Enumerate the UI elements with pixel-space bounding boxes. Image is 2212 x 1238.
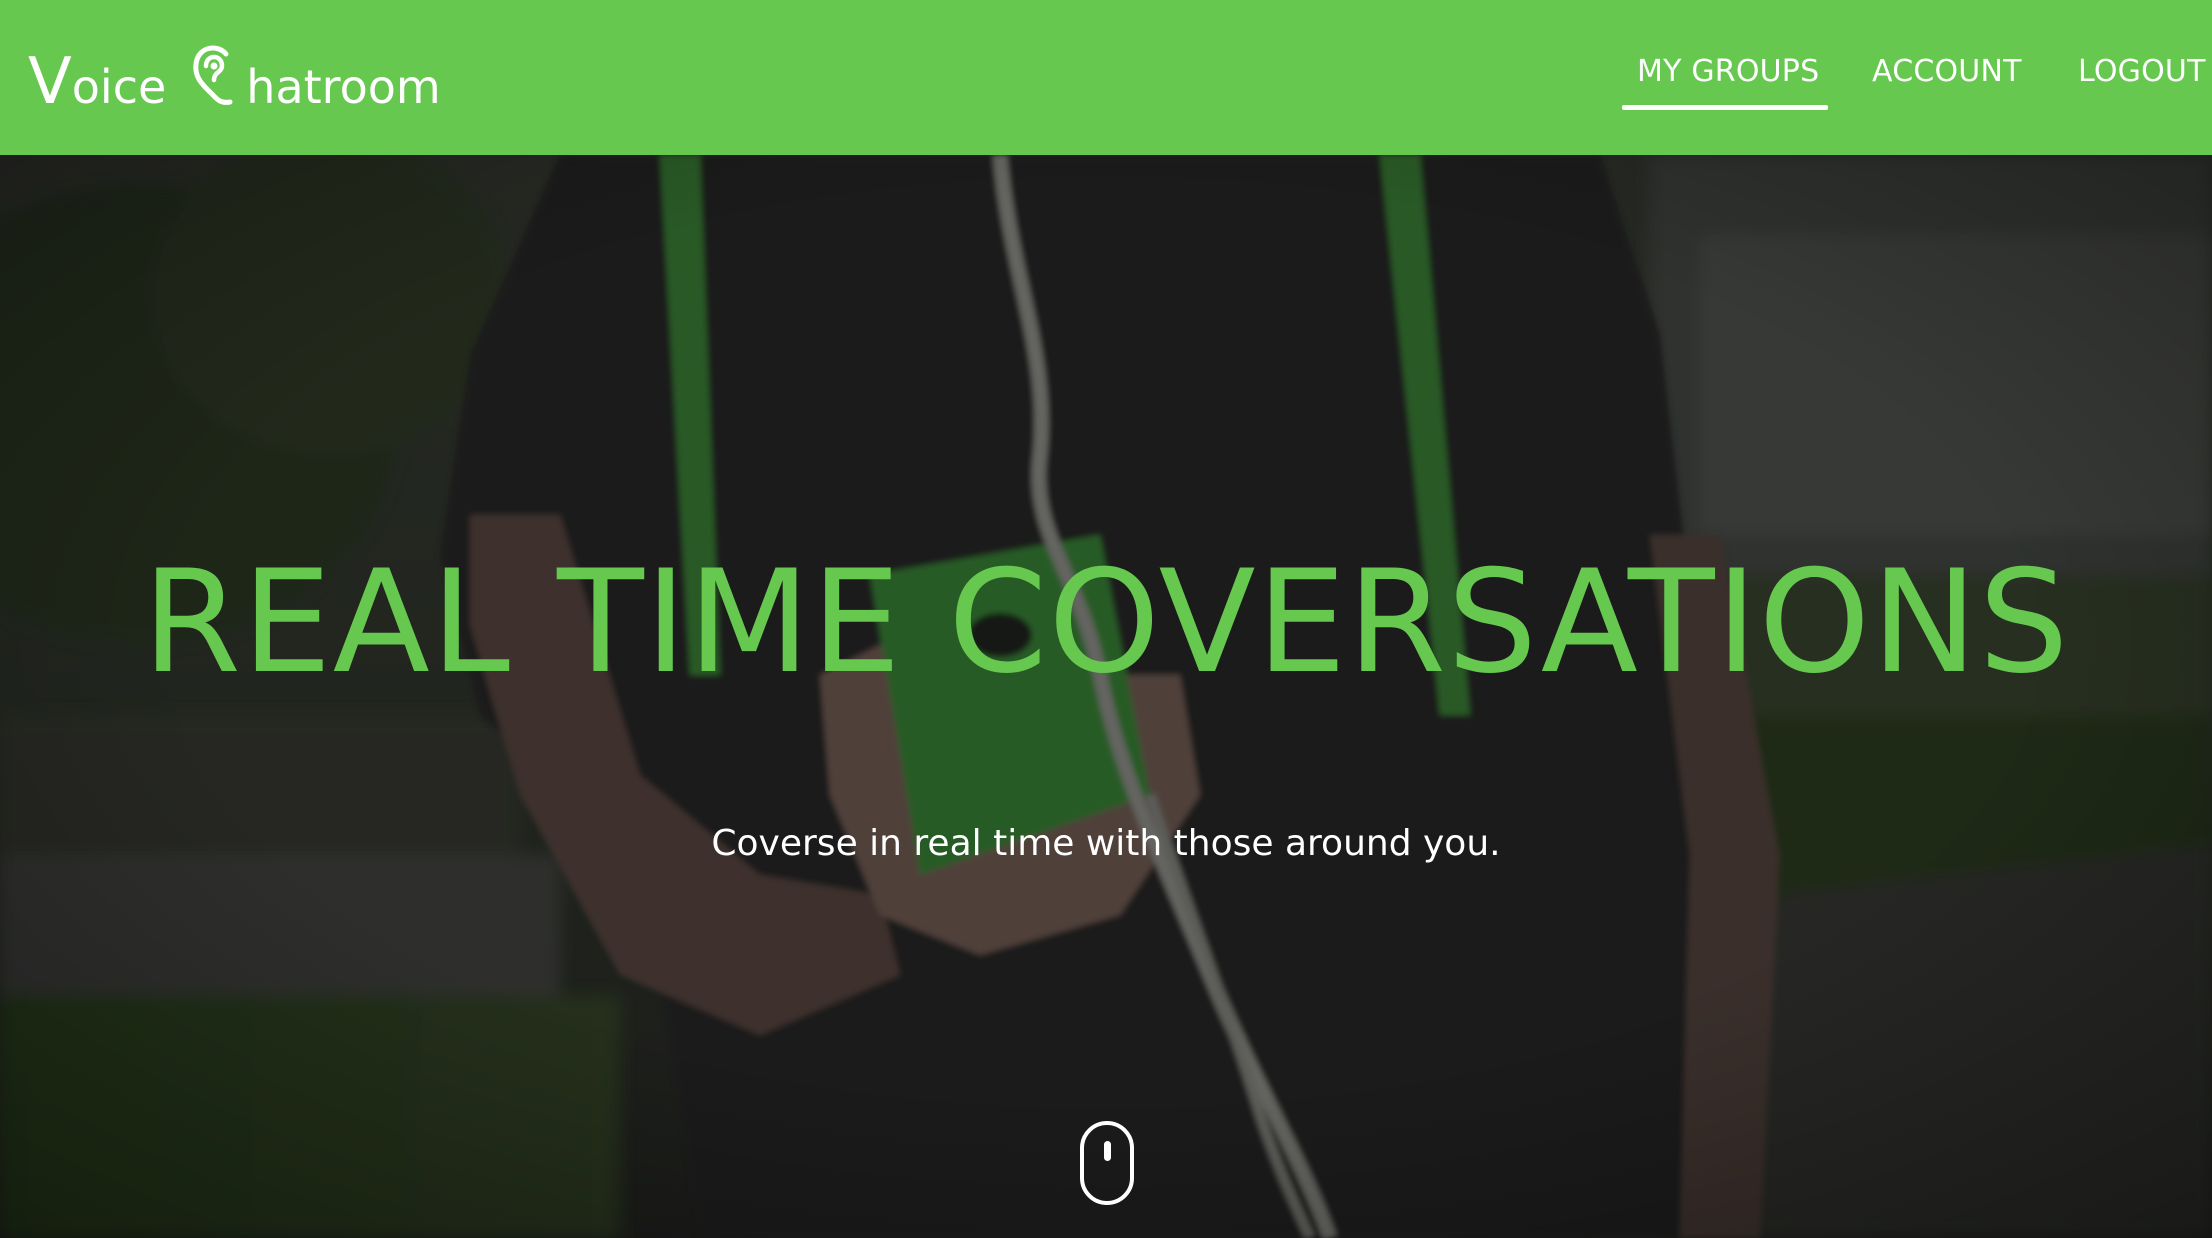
hero-subtitle: Coverse in real time with those around y… bbox=[711, 823, 1501, 864]
brand-logo[interactable]: V oice hatroom bbox=[28, 34, 441, 114]
top-navbar: V oice hatroom MY GROUPS ACCOUNT LOGOUT bbox=[0, 0, 2212, 155]
nav-active-underline bbox=[1622, 105, 1828, 110]
nav-my-groups[interactable]: MY GROUPS bbox=[1637, 52, 1819, 92]
nav-account[interactable]: ACCOUNT bbox=[1872, 52, 2022, 92]
logo-initial-v: V bbox=[28, 45, 72, 119]
ear-c-icon bbox=[193, 45, 233, 105]
scroll-wheel bbox=[1104, 1141, 1111, 1161]
mouse-scroll-icon[interactable] bbox=[1080, 1121, 1134, 1205]
logo-text-oice: oice bbox=[71, 60, 167, 114]
hero-title: REAL TIME COVERSATIONS bbox=[142, 540, 2070, 705]
hero-section: REAL TIME COVERSATIONS Coverse in real t… bbox=[0, 155, 2212, 1238]
nav-logout[interactable]: LOGOUT bbox=[2078, 52, 2206, 92]
logo-text-hatroom: hatroom bbox=[246, 60, 441, 114]
